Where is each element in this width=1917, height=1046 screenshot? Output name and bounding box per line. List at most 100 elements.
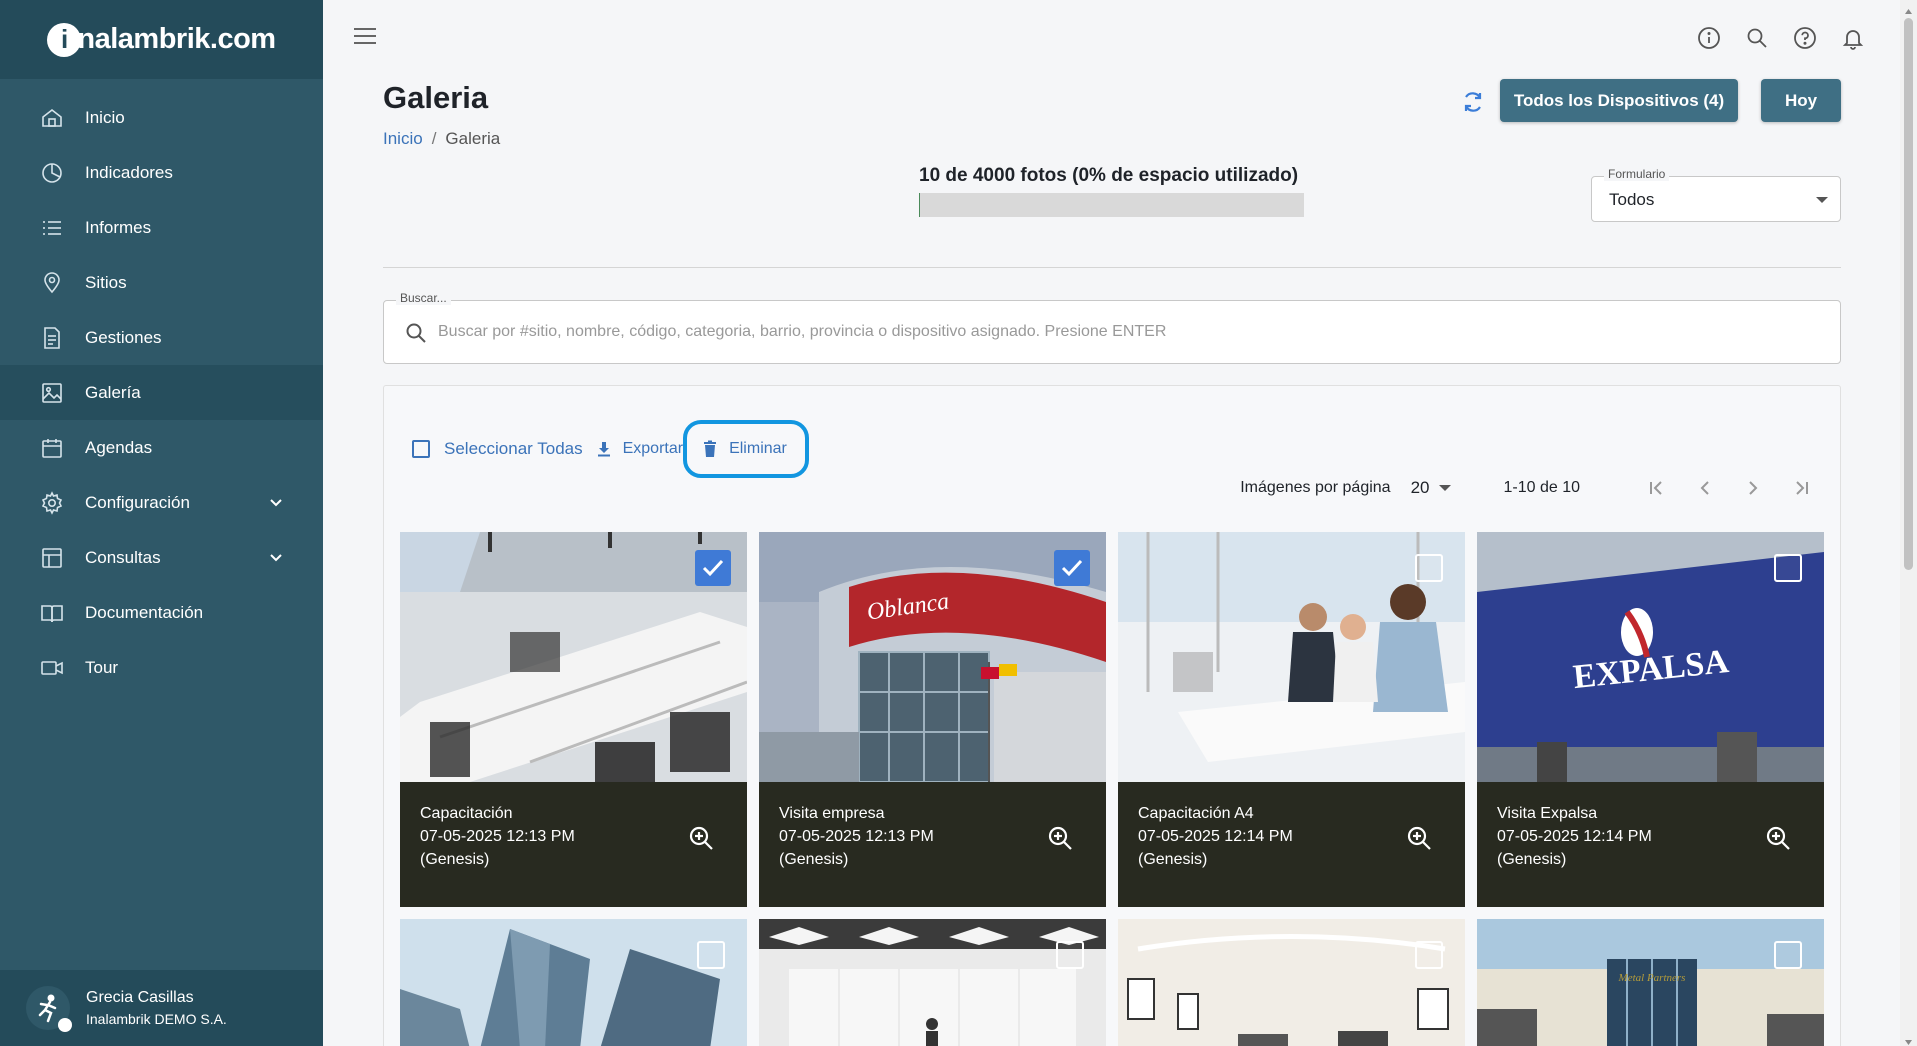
gallery-card[interactable]: Capacitación A4 07-05-2025 12:14 PM (Genes… (1118, 532, 1465, 907)
export-button[interactable]: Exportar (595, 440, 683, 458)
sidebar-item-configuracion[interactable]: Configuración (0, 475, 323, 530)
gallery-photo[interactable] (400, 532, 747, 782)
scrollbar-thumb[interactable] (1904, 18, 1913, 570)
next-page-icon[interactable] (1742, 477, 1764, 499)
sidebar-item-galeria[interactable]: Galería (0, 365, 323, 420)
photo-caption: Visita empresa 07-05-2025 12:13 PM (Genesi… (759, 782, 1106, 907)
photo-caption: Visita Expalsa 07-05-2025 12:14 PM (Genesi… (1477, 782, 1824, 907)
check-icon (702, 559, 724, 577)
gallery-card[interactable] (1118, 919, 1465, 1046)
sidebar-item-consultas[interactable]: Consultas (0, 530, 323, 585)
zoom-in-icon[interactable] (1405, 824, 1433, 852)
gallery-card[interactable] (759, 919, 1106, 1046)
gallery-photo[interactable] (759, 919, 1106, 1046)
gallery-card[interactable]: Capacitación 07-05-2025 12:13 PM (Genesis) (400, 532, 747, 907)
sidebar-item-label: Gestiones (85, 327, 162, 347)
sidebar-item-tour[interactable]: Tour (0, 640, 323, 695)
gallery-card[interactable]: Metal Partners (1477, 919, 1824, 1046)
select-all-checkbox[interactable] (412, 440, 430, 458)
sidebar-item-gestiones[interactable]: Gestiones (0, 310, 323, 365)
sidebar-item-label: Agendas (85, 437, 153, 457)
photo-checkbox[interactable] (1056, 941, 1084, 969)
home-icon (40, 106, 64, 130)
photo-checkbox-checked[interactable] (1054, 550, 1090, 586)
image-icon (40, 381, 64, 405)
sidebar-item-inicio[interactable]: Inicio (0, 90, 323, 145)
form-filter-label: Formulario (1604, 167, 1670, 181)
last-page-icon[interactable] (1790, 477, 1812, 499)
photo-checkbox[interactable] (697, 941, 725, 969)
info-icon[interactable] (1697, 26, 1721, 50)
gallery-photo[interactable] (400, 919, 747, 1046)
help-icon[interactable] (1793, 26, 1817, 50)
sidebar-item-indicadores[interactable]: Indicadores (0, 145, 323, 200)
zoom-in-icon[interactable] (1764, 824, 1792, 852)
select-all-label: Seleccionar Todas (444, 439, 583, 458)
location-pin-icon (40, 271, 64, 295)
gallery-card[interactable]: Oblanca Visita empresa 07-05-2025 12:13 PM… (759, 532, 1106, 907)
menu-toggle-icon[interactable] (354, 28, 376, 46)
page-title: Galeria (383, 80, 489, 115)
previous-page-icon[interactable] (1694, 477, 1716, 499)
photo-checkbox[interactable] (1774, 554, 1802, 582)
storage-progress-fill (919, 193, 920, 217)
per-page-select[interactable]: 20 (1411, 478, 1452, 498)
gallery-card[interactable]: EXPALSA Visita Expalsa 07-05-2025 12:14 PM… (1477, 532, 1824, 907)
gear-icon (40, 490, 64, 515)
chevron-down-icon[interactable] (269, 495, 283, 509)
zoom-in-icon[interactable] (1046, 824, 1074, 852)
sidebar-item-documentacion[interactable]: Documentación (0, 585, 323, 640)
gallery-photo[interactable]: Oblanca (759, 532, 1106, 782)
select-all-button[interactable]: Seleccionar Todas (412, 439, 583, 459)
sidebar-item-label: Configuración (85, 492, 190, 512)
breadcrumb: Inicio / Galeria (383, 129, 500, 149)
zoom-in-icon[interactable] (687, 824, 715, 852)
photo-device: (Genesis) (779, 851, 849, 868)
sidebar-item-informes[interactable]: Informes (0, 200, 323, 255)
delete-label: Eliminar (729, 440, 787, 457)
photo-checkbox[interactable] (1415, 554, 1443, 582)
gallery-photo[interactable]: Metal Partners (1477, 919, 1824, 1046)
bell-icon[interactable] (1841, 26, 1865, 50)
first-page-icon[interactable] (1646, 477, 1668, 499)
user-profile[interactable]: Grecia Casillas Inalambrik DEMO S.A. (0, 970, 323, 1046)
gallery-photo[interactable]: EXPALSA (1477, 532, 1824, 782)
breadcrumb-home-link[interactable]: Inicio (383, 129, 423, 148)
today-button[interactable]: Hoy (1761, 79, 1841, 122)
page-scrollbar[interactable] (1900, 0, 1917, 1046)
all-devices-button[interactable]: Todos los Dispositivos (4) (1500, 79, 1738, 122)
calendar-icon (40, 436, 64, 460)
sidebar-item-sitios[interactable]: Sitios (0, 255, 323, 310)
search-icon[interactable] (1745, 26, 1769, 50)
sidebar-item-label: Indicadores (85, 162, 173, 182)
photo-caption: Capacitación 07-05-2025 12:13 PM (Genesis) (400, 782, 747, 907)
form-filter-select[interactable]: Formulario Todos (1591, 167, 1841, 222)
scroll-up-arrow-icon[interactable] (1904, 3, 1913, 14)
photo-checkbox-checked[interactable] (695, 550, 731, 586)
sidebar-nav: Inicio Indicadores Informes Sitios Gestiones… (0, 90, 323, 695)
photo-device: (Genesis) (1497, 851, 1567, 868)
per-page-value: 20 (1410, 478, 1430, 497)
table-icon (40, 546, 64, 570)
scroll-down-arrow-icon[interactable] (1904, 1034, 1913, 1045)
gallery-card[interactable] (400, 919, 747, 1046)
gallery-photo[interactable] (1118, 532, 1465, 782)
photo-checkbox[interactable] (1774, 941, 1802, 969)
search-input[interactable] (438, 301, 1828, 363)
sidebar-item-agendas[interactable]: Agendas (0, 420, 323, 475)
user-org: Inalambrik DEMO S.A. (86, 1011, 227, 1027)
photo-title: Visita Expalsa (1497, 805, 1598, 822)
delete-button[interactable]: Eliminar (683, 420, 809, 478)
brand-logo[interactable]: i nalambrik.com (0, 0, 323, 79)
logo-text: i nalambrik.com (47, 22, 276, 57)
breadcrumb-separator: / (431, 129, 437, 148)
sidebar-item-label: Tour (85, 657, 119, 677)
check-icon (1061, 559, 1083, 577)
chevron-down-icon[interactable] (269, 550, 283, 564)
search-field[interactable]: Buscar... (383, 291, 1841, 364)
storage-progress-bar (919, 193, 1304, 217)
refresh-icon[interactable] (1460, 89, 1486, 115)
photo-checkbox[interactable] (1415, 941, 1443, 969)
gallery-photo[interactable] (1118, 919, 1465, 1046)
pie-chart-icon (40, 161, 64, 185)
